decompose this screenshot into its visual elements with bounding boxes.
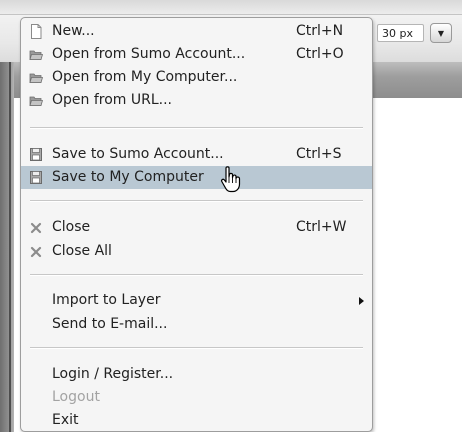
folder-open-icon — [29, 50, 43, 60]
menu-item-logout: Logout — [21, 386, 372, 409]
new-document-icon — [31, 24, 42, 39]
left-panel-divider — [9, 62, 11, 432]
menu-item-close-all[interactable]: Close All — [21, 240, 372, 263]
menu-item-exit[interactable]: Exit — [21, 409, 372, 431]
menu-item-shortcut: Ctrl+N — [296, 23, 344, 39]
floppy-disk-icon — [30, 171, 42, 184]
menu-item-label: Send to E-mail... — [52, 316, 168, 332]
left-panel-edge — [0, 62, 14, 432]
brush-size-dropdown-button[interactable]: ▼ — [430, 23, 452, 43]
menu-item-label: Logout — [52, 389, 100, 405]
submenu-arrow-icon — [359, 297, 364, 305]
menu-item-label: Open from My Computer... — [52, 69, 238, 85]
menu-separator — [30, 347, 363, 349]
menu-item-shortcut: Ctrl+O — [296, 46, 344, 62]
menu-item-login-register[interactable]: Login / Register... — [21, 363, 372, 386]
menu-item-label: Close — [52, 219, 91, 235]
menu-item-label: Exit — [52, 412, 79, 428]
folder-open-icon — [29, 73, 43, 83]
floppy-disk-icon — [30, 148, 42, 161]
brush-size-field[interactable]: 30 px — [377, 24, 424, 42]
hand-pointer-cursor-icon — [221, 166, 241, 193]
toolbar-top-strip — [0, 0, 462, 15]
menu-item-label: Save to Sumo Account... — [52, 146, 224, 162]
menu-item-label: Login / Register... — [52, 366, 174, 382]
menu-item-import-to-layer[interactable]: Import to Layer — [21, 289, 372, 312]
menu-item-label: Save to My Computer — [52, 169, 204, 185]
menu-item-label: Import to Layer — [52, 292, 161, 308]
triangle-down-icon: ▼ — [437, 28, 445, 38]
menu-item-shortcut: Ctrl+W — [296, 219, 347, 235]
menu-item-open-sumo[interactable]: Open from Sumo Account... Ctrl+O — [21, 43, 372, 66]
menu-item-new[interactable]: New... Ctrl+N — [21, 20, 372, 43]
menu-item-save-computer[interactable]: Save to My Computer — [21, 166, 372, 189]
menu-item-shortcut: Ctrl+S — [296, 146, 342, 162]
menu-separator — [30, 274, 363, 276]
menu-item-open-computer[interactable]: Open from My Computer... — [21, 66, 372, 89]
folder-open-icon — [29, 96, 43, 106]
menu-item-open-url[interactable]: Open from URL... — [21, 89, 372, 112]
close-x-icon — [30, 246, 42, 258]
menu-item-close[interactable]: Close Ctrl+W — [21, 216, 372, 239]
menu-separator — [30, 200, 363, 202]
menu-separator — [30, 127, 363, 129]
close-x-icon — [30, 222, 42, 234]
menu-item-send-email[interactable]: Send to E-mail... — [21, 313, 372, 336]
file-menu: New... Ctrl+N Open from Sumo Account... … — [20, 17, 373, 432]
menu-item-label: Open from URL... — [52, 92, 172, 108]
menu-item-save-sumo[interactable]: Save to Sumo Account... Ctrl+S — [21, 143, 372, 166]
menu-item-label: New... — [52, 23, 95, 39]
menu-item-label: Close All — [52, 243, 112, 259]
menu-item-label: Open from Sumo Account... — [52, 46, 246, 62]
